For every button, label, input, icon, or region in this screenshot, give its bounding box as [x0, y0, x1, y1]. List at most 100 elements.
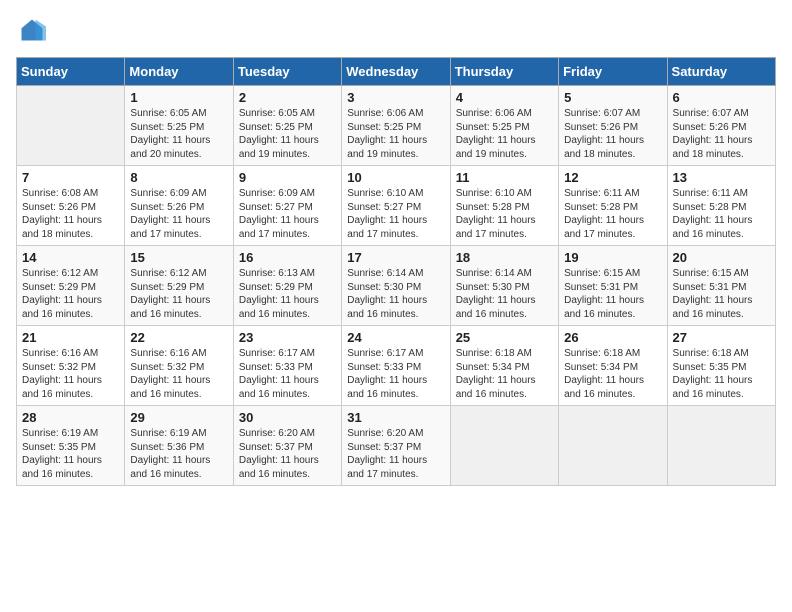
calendar-cell: 13 Sunrise: 6:11 AMSunset: 5:28 PMDayligh… [667, 166, 775, 246]
weekday-sunday: Sunday [17, 58, 125, 86]
day-number: 30 [239, 410, 336, 425]
calendar-cell: 3 Sunrise: 6:06 AMSunset: 5:25 PMDaylight… [342, 86, 450, 166]
day-number: 26 [564, 330, 661, 345]
calendar-cell: 17 Sunrise: 6:14 AMSunset: 5:30 PMDayligh… [342, 246, 450, 326]
cell-info: Sunrise: 6:18 AMSunset: 5:35 PMDaylight:… [673, 347, 770, 401]
day-number: 15 [130, 250, 227, 265]
weekday-wednesday: Wednesday [342, 58, 450, 86]
calendar-cell: 6Sunrise: 6:07 AMSunset: 5:26 PMDaylight… [667, 86, 775, 166]
calendar-cell: 11 Sunrise: 6:10 AMSunset: 5:28 PMDayligh… [450, 166, 558, 246]
cell-info: Sunrise: 6:14 AMSunset: 5:30 PMDaylight:… [347, 267, 444, 321]
day-number: 8 [130, 170, 227, 185]
day-number: 14 [22, 250, 119, 265]
calendar-week-5: 28 Sunrise: 6:19 AMSunset: 5:35 PMDayligh… [17, 406, 776, 486]
calendar-cell: 10 Sunrise: 6:10 AMSunset: 5:27 PMDayligh… [342, 166, 450, 246]
calendar-cell: 22 Sunrise: 6:16 AMSunset: 5:32 PMDayligh… [125, 326, 233, 406]
calendar-cell: 24Sunrise: 6:17 AMSunset: 5:33 PMDayligh… [342, 326, 450, 406]
day-number: 23 [239, 330, 336, 345]
calendar-cell: 20 Sunrise: 6:15 AMSunset: 5:31 PMDayligh… [667, 246, 775, 326]
day-number: 1 [130, 90, 227, 105]
cell-info: Sunrise: 6:19 AMSunset: 5:35 PMDaylight:… [22, 427, 119, 481]
calendar-cell: 4 Sunrise: 6:06 AMSunset: 5:25 PMDaylight… [450, 86, 558, 166]
day-number: 12 [564, 170, 661, 185]
cell-info: Sunrise: 6:19 AMSunset: 5:36 PMDaylight:… [130, 427, 227, 481]
cell-info: Sunrise: 6:06 AMSunset: 5:25 PMDaylight:… [347, 107, 444, 161]
cell-info: Sunrise: 6:11 AMSunset: 5:28 PMDaylight:… [673, 187, 770, 241]
day-number: 29 [130, 410, 227, 425]
cell-info: Sunrise: 6:16 AMSunset: 5:32 PMDaylight:… [130, 347, 227, 401]
cell-info: Sunrise: 6:05 AMSunset: 5:25 PMDaylight:… [239, 107, 336, 161]
cell-info: Sunrise: 6:10 AMSunset: 5:27 PMDaylight:… [347, 187, 444, 241]
day-number: 31 [347, 410, 444, 425]
cell-info: Sunrise: 6:13 AMSunset: 5:29 PMDaylight:… [239, 267, 336, 321]
day-number: 2 [239, 90, 336, 105]
weekday-saturday: Saturday [667, 58, 775, 86]
weekday-monday: Monday [125, 58, 233, 86]
cell-info: Sunrise: 6:07 AMSunset: 5:26 PMDaylight:… [673, 107, 770, 161]
day-number: 16 [239, 250, 336, 265]
calendar-cell: 16 Sunrise: 6:13 AMSunset: 5:29 PMDayligh… [233, 246, 341, 326]
calendar-cell: 1Sunrise: 6:05 AMSunset: 5:25 PMDaylight… [125, 86, 233, 166]
calendar-week-2: 7 Sunrise: 6:08 AMSunset: 5:26 PMDaylight… [17, 166, 776, 246]
day-number: 10 [347, 170, 444, 185]
cell-info: Sunrise: 6:11 AMSunset: 5:28 PMDaylight:… [564, 187, 661, 241]
calendar-cell: 31 Sunrise: 6:20 AMSunset: 5:37 PMDayligh… [342, 406, 450, 486]
day-number: 25 [456, 330, 553, 345]
cell-info: Sunrise: 6:16 AMSunset: 5:32 PMDaylight:… [22, 347, 119, 401]
calendar-cell [667, 406, 775, 486]
cell-info: Sunrise: 6:12 AMSunset: 5:29 PMDaylight:… [22, 267, 119, 321]
day-number: 27 [673, 330, 770, 345]
cell-info: Sunrise: 6:15 AMSunset: 5:31 PMDaylight:… [564, 267, 661, 321]
calendar-cell: 15 Sunrise: 6:12 AMSunset: 5:29 PMDayligh… [125, 246, 233, 326]
calendar-cell: 26 Sunrise: 6:18 AMSunset: 5:34 PMDayligh… [559, 326, 667, 406]
calendar-cell: 23 Sunrise: 6:17 AMSunset: 5:33 PMDayligh… [233, 326, 341, 406]
cell-info: Sunrise: 6:10 AMSunset: 5:28 PMDaylight:… [456, 187, 553, 241]
day-number: 3 [347, 90, 444, 105]
day-number: 9 [239, 170, 336, 185]
cell-info: Sunrise: 6:06 AMSunset: 5:25 PMDaylight:… [456, 107, 553, 161]
calendar-cell: 7 Sunrise: 6:08 AMSunset: 5:26 PMDaylight… [17, 166, 125, 246]
calendar-cell: 12 Sunrise: 6:11 AMSunset: 5:28 PMDayligh… [559, 166, 667, 246]
calendar-week-3: 14 Sunrise: 6:12 AMSunset: 5:29 PMDayligh… [17, 246, 776, 326]
cell-info: Sunrise: 6:14 AMSunset: 5:30 PMDaylight:… [456, 267, 553, 321]
cell-info: Sunrise: 6:17 AMSunset: 5:33 PMDaylight:… [347, 347, 444, 401]
logo [16, 16, 46, 49]
day-number: 11 [456, 170, 553, 185]
calendar-cell: 18 Sunrise: 6:14 AMSunset: 5:30 PMDayligh… [450, 246, 558, 326]
cell-info: Sunrise: 6:18 AMSunset: 5:34 PMDaylight:… [564, 347, 661, 401]
cell-info: Sunrise: 6:08 AMSunset: 5:26 PMDaylight:… [22, 187, 119, 241]
day-number: 4 [456, 90, 553, 105]
day-number: 13 [673, 170, 770, 185]
day-number: 17 [347, 250, 444, 265]
cell-info: Sunrise: 6:09 AMSunset: 5:26 PMDaylight:… [130, 187, 227, 241]
weekday-friday: Friday [559, 58, 667, 86]
logo-icon [18, 16, 46, 44]
calendar-cell: 30 Sunrise: 6:20 AMSunset: 5:37 PMDayligh… [233, 406, 341, 486]
cell-info: Sunrise: 6:20 AMSunset: 5:37 PMDaylight:… [347, 427, 444, 481]
calendar-cell: 27 Sunrise: 6:18 AMSunset: 5:35 PMDayligh… [667, 326, 775, 406]
weekday-header-row: SundayMondayTuesdayWednesdayThursdayFrid… [17, 58, 776, 86]
day-number: 20 [673, 250, 770, 265]
calendar-cell: 9 Sunrise: 6:09 AMSunset: 5:27 PMDaylight… [233, 166, 341, 246]
day-number: 7 [22, 170, 119, 185]
calendar-cell [17, 86, 125, 166]
cell-info: Sunrise: 6:09 AMSunset: 5:27 PMDaylight:… [239, 187, 336, 241]
day-number: 22 [130, 330, 227, 345]
day-number: 18 [456, 250, 553, 265]
cell-info: Sunrise: 6:15 AMSunset: 5:31 PMDaylight:… [673, 267, 770, 321]
weekday-tuesday: Tuesday [233, 58, 341, 86]
cell-info: Sunrise: 6:12 AMSunset: 5:29 PMDaylight:… [130, 267, 227, 321]
page-header [16, 16, 776, 49]
calendar-cell [559, 406, 667, 486]
weekday-thursday: Thursday [450, 58, 558, 86]
day-number: 5 [564, 90, 661, 105]
cell-info: Sunrise: 6:17 AMSunset: 5:33 PMDaylight:… [239, 347, 336, 401]
calendar-week-4: 21Sunrise: 6:16 AMSunset: 5:32 PMDayligh… [17, 326, 776, 406]
cell-info: Sunrise: 6:18 AMSunset: 5:34 PMDaylight:… [456, 347, 553, 401]
day-number: 28 [22, 410, 119, 425]
calendar-week-1: 1 Sunrise: 6:05 AMSunset: 5:25 PMDaylight… [17, 86, 776, 166]
cell-info: Sunrise: 6:20 AMSunset: 5:37 PMDaylight:… [239, 427, 336, 481]
calendar-cell: 28 Sunrise: 6:19 AMSunset: 5:35 PMDayligh… [17, 406, 125, 486]
calendar-cell: 14 Sunrise: 6:12 AMSunset: 5:29 PMDayligh… [17, 246, 125, 326]
calendar-cell: 8 Sunrise: 6:09 AMSunset: 5:26 PMDaylight… [125, 166, 233, 246]
